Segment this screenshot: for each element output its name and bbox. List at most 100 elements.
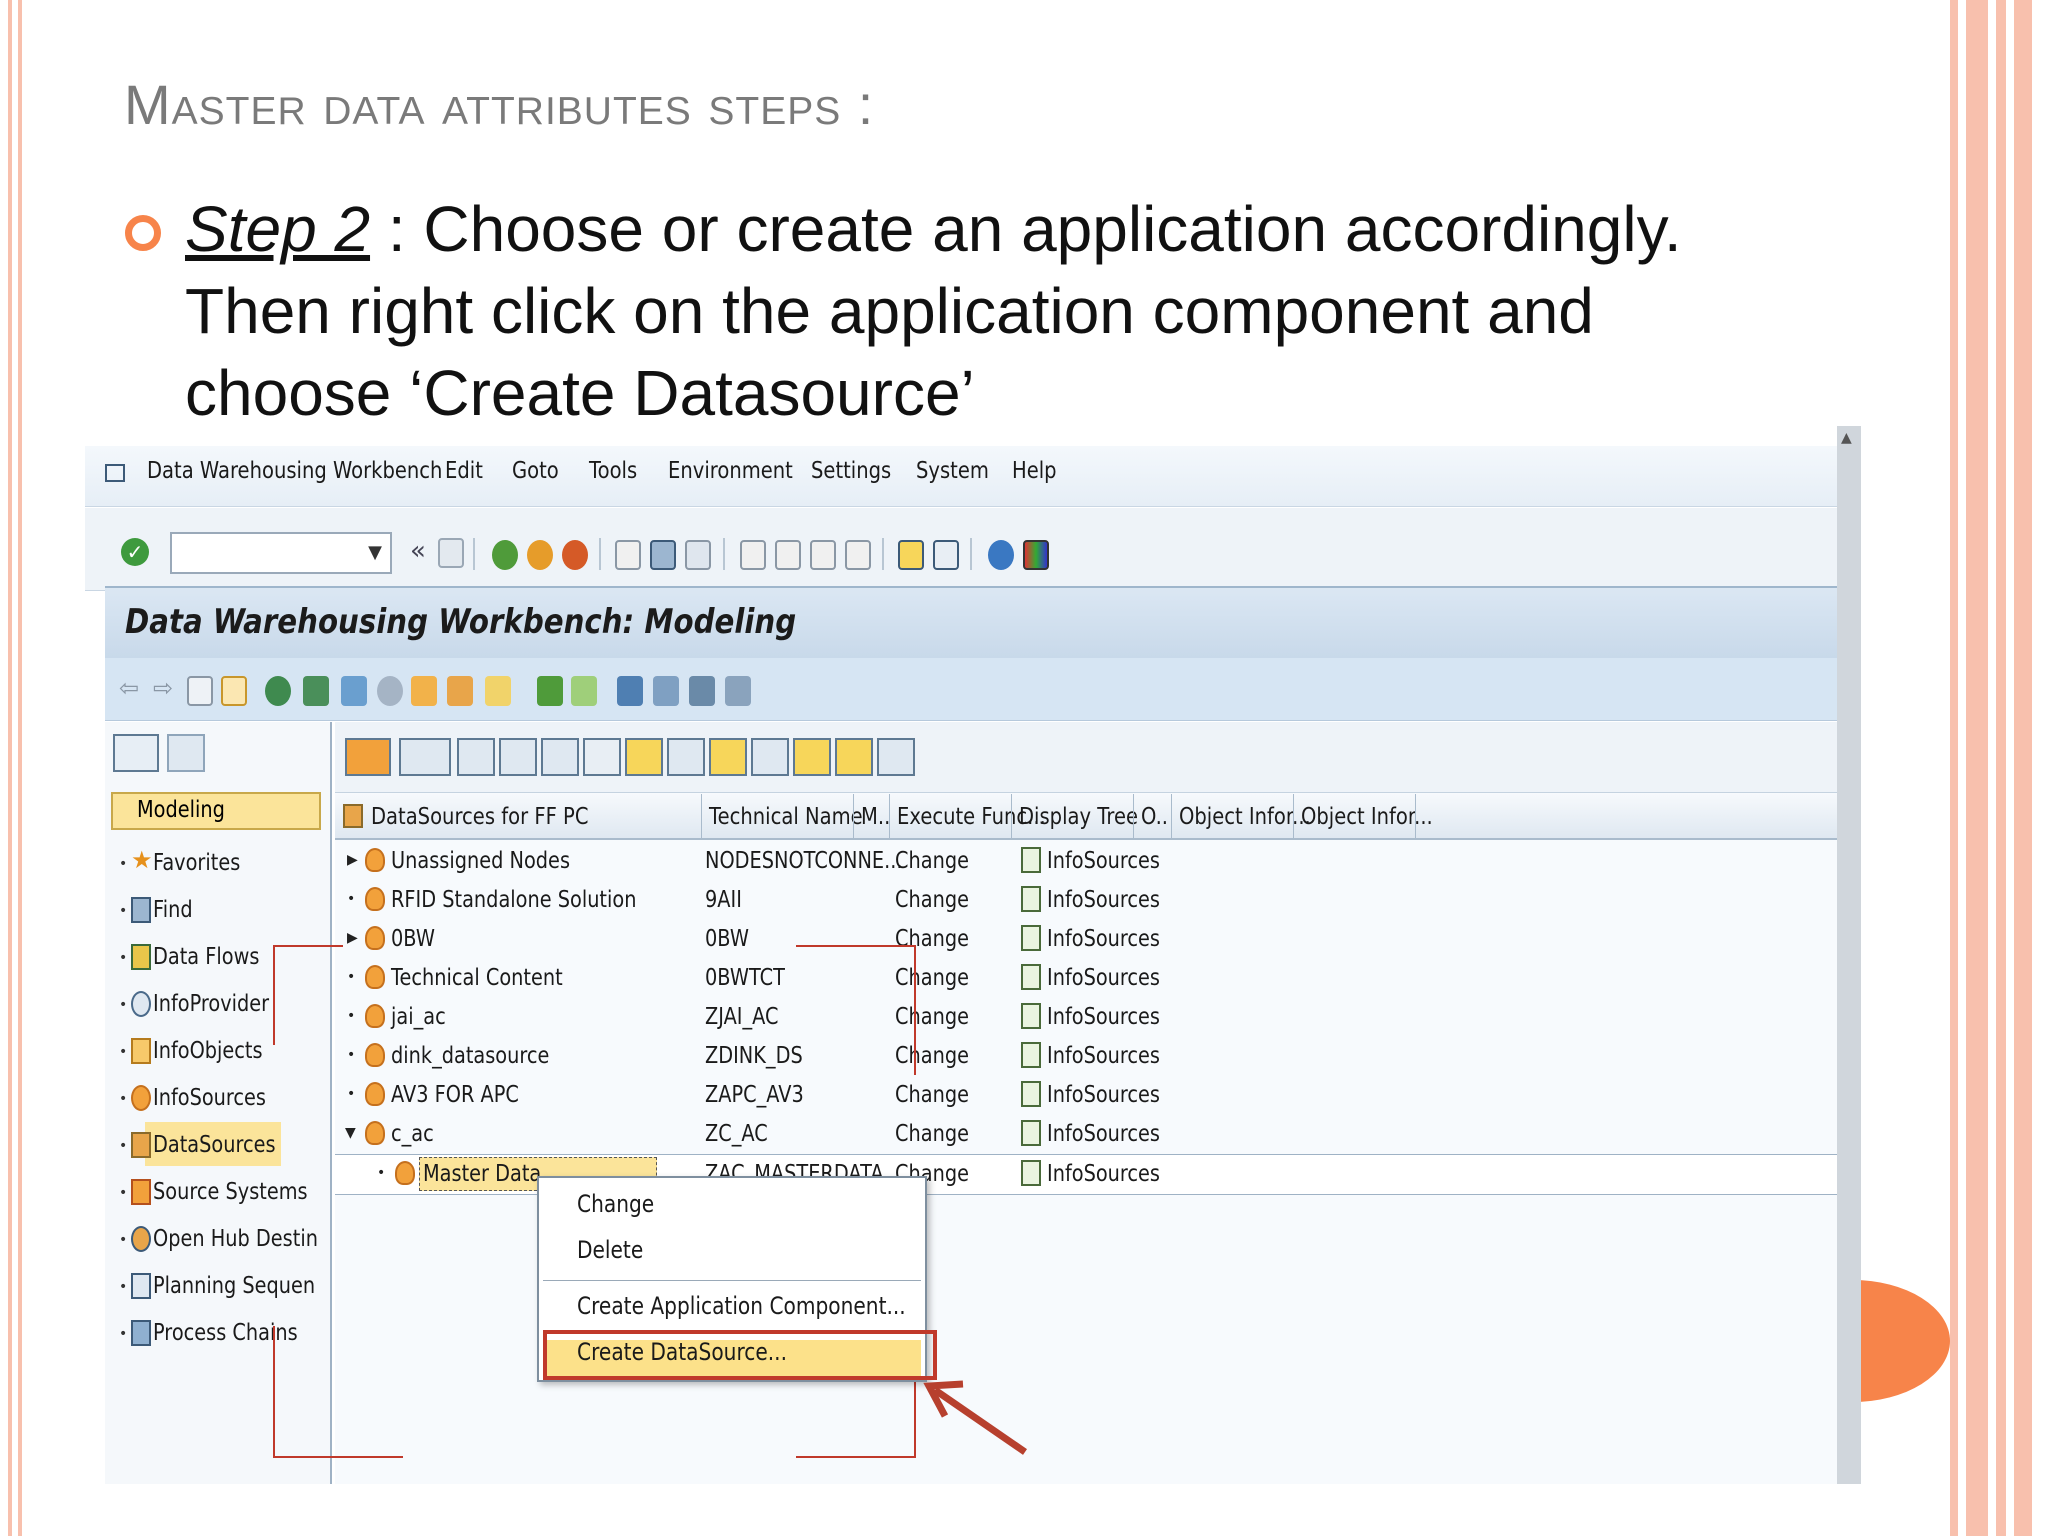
row-execute[interactable]: Change (895, 965, 969, 991)
column-divider[interactable] (1293, 794, 1294, 838)
exit-icon[interactable] (527, 540, 553, 570)
table-icon[interactable] (187, 676, 213, 706)
row-execute[interactable]: Change (895, 926, 969, 952)
ruler-icon[interactable] (571, 676, 597, 706)
nav-item-infosources[interactable]: • InfoSources (105, 1081, 330, 1117)
close-icon[interactable] (167, 734, 205, 772)
column-divider[interactable] (1011, 794, 1012, 838)
close-icon[interactable] (877, 738, 915, 776)
column-divider[interactable] (701, 794, 702, 838)
hierarchy-icon[interactable] (221, 676, 247, 706)
magic-wand-icon[interactable] (485, 676, 511, 706)
link-icon[interactable] (617, 676, 643, 706)
expand-icon[interactable]: ▶ (347, 852, 358, 868)
menu-settings[interactable]: Settings (811, 458, 891, 484)
chevron-up-icon[interactable]: ▲ (1841, 430, 1852, 446)
row-execute[interactable]: Change (895, 887, 969, 913)
table-row[interactable]: • RFID Standalone Solution 9AII Change I… (335, 881, 1837, 920)
column-header[interactable]: Display Tree (1019, 804, 1138, 830)
find-icon[interactable] (650, 540, 676, 570)
print-icon[interactable] (615, 540, 641, 570)
folder-icon[interactable] (709, 738, 747, 776)
nav-item-process-chains[interactable]: • Process Chains (105, 1316, 330, 1352)
previous-page-icon[interactable] (775, 540, 801, 570)
row-display-tree[interactable]: InfoSources (1047, 1161, 1160, 1187)
row-execute[interactable]: Change (895, 1121, 969, 1147)
layout-icon[interactable] (1023, 540, 1049, 570)
column-header[interactable]: O.. (1141, 804, 1168, 830)
favorite-add-icon[interactable] (625, 738, 663, 776)
enter-check-icon[interactable]: ✓ (121, 538, 149, 566)
row-display-tree[interactable]: InfoSources (1047, 965, 1160, 991)
infoprovider-icon[interactable] (303, 676, 329, 706)
network-icon[interactable] (653, 676, 679, 706)
database-icon[interactable] (377, 676, 403, 706)
column-divider[interactable] (889, 794, 890, 838)
row-display-tree[interactable]: InfoSources (1047, 926, 1160, 952)
tree-icon[interactable] (537, 676, 563, 706)
infoobject-icon[interactable] (411, 676, 437, 706)
find-next-icon[interactable] (685, 540, 711, 570)
chevron-down-icon[interactable]: ▼ (368, 542, 382, 563)
menu-data-warehousing-workbench[interactable]: Data Warehousing Workbench (147, 458, 442, 484)
refresh-icon[interactable] (399, 738, 451, 776)
back-arrow-icon[interactable]: ⇦ (119, 674, 145, 704)
help-icon[interactable] (988, 540, 1014, 570)
menu-item-create-application-component[interactable]: Create Application Component... (577, 1292, 906, 1320)
first-page-icon[interactable] (740, 540, 766, 570)
datasource-icon[interactable] (447, 676, 473, 706)
row-display-tree[interactable]: InfoSources (1047, 1043, 1160, 1069)
row-display-tree[interactable]: InfoSources (1047, 1004, 1160, 1030)
table-row[interactable]: ▶ 0BW 0BW Change InfoSources (335, 920, 1837, 959)
row-execute[interactable]: Change (895, 1043, 969, 1069)
new-session-icon[interactable] (898, 540, 924, 570)
display-icon[interactable] (667, 738, 705, 776)
expand-icon[interactable]: ▶ (347, 930, 358, 946)
cube-icon[interactable] (341, 676, 367, 706)
menu-help[interactable]: Help (1012, 458, 1057, 484)
menu-item-change[interactable]: Change (577, 1190, 654, 1218)
column-header[interactable]: M.. (861, 804, 890, 830)
jump-icon[interactable] (793, 738, 831, 776)
table-row[interactable]: • Technical Content 0BWTCT Change InfoSo… (335, 959, 1837, 998)
nav-item-open-hub[interactable]: • Open Hub Destin (105, 1222, 330, 1258)
column-header[interactable]: Object Infor... (1179, 804, 1311, 830)
back-arrows-icon[interactable]: « (410, 536, 426, 566)
column-header[interactable]: DataSources for FF PC (371, 804, 588, 830)
vertical-scrollbar[interactable]: ▲ (1837, 426, 1861, 1484)
info-icon[interactable] (751, 738, 789, 776)
row-execute[interactable]: Change (895, 1082, 969, 1108)
menu-system[interactable]: System (916, 458, 989, 484)
nav-item-find[interactable]: • Find (105, 893, 330, 929)
nav-item-favorites[interactable]: • ★ Favorites (105, 846, 330, 882)
hierarchy-icon[interactable] (835, 738, 873, 776)
menu-item-delete[interactable]: Delete (577, 1236, 643, 1264)
row-display-tree[interactable]: InfoSources (1047, 1121, 1160, 1147)
find-next-icon[interactable] (583, 738, 621, 776)
last-page-icon[interactable] (845, 540, 871, 570)
nav-item-source-systems[interactable]: • Source Systems (105, 1175, 330, 1211)
row-execute[interactable]: Change (895, 1004, 969, 1030)
tools-icon[interactable] (725, 676, 751, 706)
save-icon[interactable] (438, 538, 464, 568)
column-divider[interactable] (853, 794, 854, 838)
nav-item-infoprovider[interactable]: • InfoProvider (105, 987, 330, 1023)
navigator-layout-icon[interactable] (113, 734, 159, 772)
cancel-icon[interactable] (562, 540, 588, 570)
expand-all-icon[interactable] (457, 738, 495, 776)
column-header[interactable]: Technical Name (709, 804, 863, 830)
next-page-icon[interactable] (810, 540, 836, 570)
table-row[interactable]: • AV3 FOR APC ZAPC_AV3 Change InfoSource… (335, 1076, 1837, 1115)
row-display-tree[interactable]: InfoSources (1047, 1082, 1160, 1108)
nav-item-planning-sequence[interactable]: • Planning Sequen (105, 1269, 330, 1305)
column-divider[interactable] (1171, 794, 1172, 838)
nav-item-infoobjects[interactable]: • InfoObjects (105, 1034, 330, 1070)
exit-icon[interactable] (105, 464, 125, 482)
collapse-all-icon[interactable] (499, 738, 537, 776)
source-system-menu-icon[interactable] (345, 738, 391, 776)
back-icon[interactable] (492, 540, 518, 570)
row-display-tree[interactable]: InfoSources (1047, 887, 1160, 913)
table-row[interactable]: • jai_ac ZJAI_AC Change InfoSources (335, 998, 1837, 1037)
menu-environment[interactable]: Environment (668, 458, 793, 484)
transport-icon[interactable] (689, 676, 715, 706)
